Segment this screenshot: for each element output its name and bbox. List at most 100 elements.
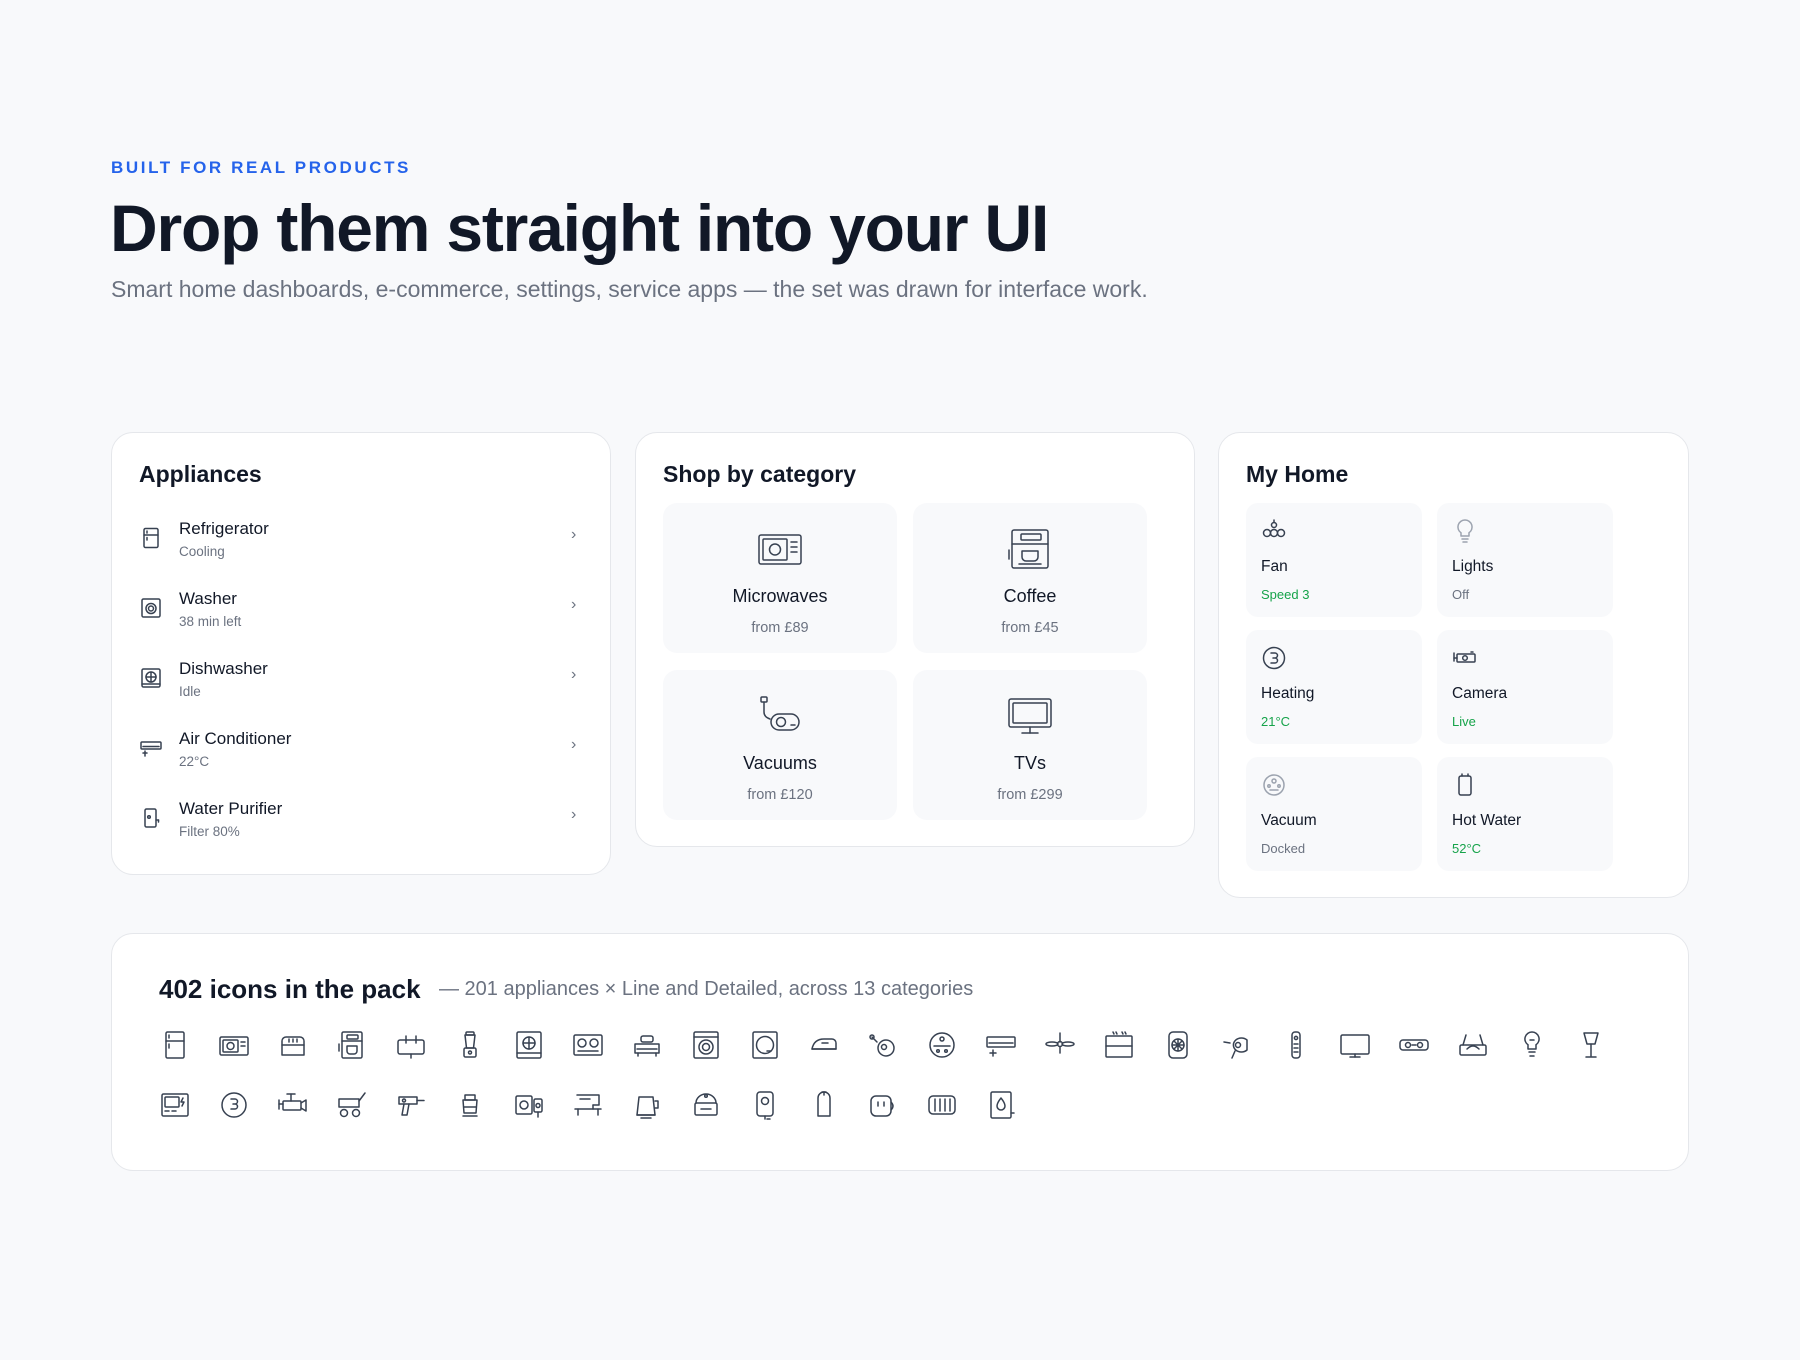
microwave-icon — [757, 529, 803, 569]
appliance-status: Filter 80% — [179, 824, 240, 839]
my-home-card: My Home Fan Speed 3 Lights Off Heating 2… — [1218, 432, 1689, 898]
device-name: Fan — [1261, 558, 1288, 575]
rice-cooker-icon — [631, 1029, 663, 1061]
washer-icon — [139, 596, 163, 620]
category-price: from £299 — [997, 787, 1063, 803]
camera-icon — [1452, 645, 1478, 671]
device-status: Off — [1452, 587, 1470, 602]
projector-icon — [1398, 1029, 1430, 1061]
remote-icon — [1280, 1029, 1312, 1061]
slow-cooker-icon — [690, 1089, 722, 1121]
security-camera-icon — [277, 1089, 309, 1121]
air-conditioner-icon — [139, 736, 163, 760]
device-tile-hot-water[interactable]: Hot Water 52°C — [1437, 757, 1613, 871]
device-status: Live — [1452, 714, 1476, 729]
vacuum-icon — [757, 696, 803, 736]
sewing-machine-icon — [572, 1089, 604, 1121]
coffee-machine-icon — [1007, 529, 1053, 569]
robot-vacuum-icon — [1261, 772, 1287, 798]
radiator-icon — [926, 1089, 958, 1121]
appliance-name: Water Purifier — [179, 799, 283, 818]
appliance-name: Air Conditioner — [179, 729, 292, 748]
category-tile-tvs[interactable]: TVs from £299 — [913, 670, 1147, 820]
dishwasher-icon — [139, 666, 163, 690]
appliances-title: Appliances — [139, 461, 262, 487]
device-status: Docked — [1261, 841, 1306, 856]
shop-category-title: Shop by category — [663, 461, 856, 487]
my-home-title: My Home — [1246, 461, 1349, 487]
device-status: Speed 3 — [1261, 587, 1310, 602]
vacuum-icon — [867, 1029, 899, 1061]
device-tile-fan[interactable]: Fan Speed 3 — [1246, 503, 1422, 617]
chevron-right-icon: › — [571, 736, 577, 753]
appliance-row-refrigerator[interactable]: Refrigerator Cooling › — [139, 516, 585, 574]
router-icon — [1457, 1029, 1489, 1061]
page-subtitle: Smart home dashboards, e-commerce, setti… — [111, 276, 1148, 302]
icon-pack-title: 402 icons in the pack — [159, 974, 421, 1004]
appliance-row-water-purifier[interactable]: Water Purifier Filter 80% › — [139, 796, 585, 854]
chevron-right-icon: › — [571, 526, 577, 543]
smart-plug-icon — [867, 1089, 899, 1121]
electric-panel-icon — [159, 1089, 191, 1121]
ceiling-fan-icon — [1044, 1029, 1076, 1061]
dryer-icon — [749, 1029, 781, 1061]
device-status: 52°C — [1452, 841, 1482, 856]
gas-cylinder-icon — [808, 1089, 840, 1121]
drill-icon — [395, 1089, 427, 1121]
page-title: Drop them straight into your UI — [110, 191, 1049, 265]
tv-icon — [1007, 696, 1053, 736]
appliance-status: Idle — [179, 684, 201, 699]
device-tile-lights[interactable]: Lights Off — [1437, 503, 1613, 617]
device-tile-heating[interactable]: Heating 21°C — [1246, 630, 1422, 744]
category-price: from £120 — [747, 787, 813, 803]
chevron-right-icon: › — [571, 596, 577, 613]
icon-pack-grid — [159, 1029, 1639, 1159]
light-bulb-icon — [1516, 1029, 1548, 1061]
device-name: Camera — [1452, 685, 1508, 702]
device-tile-camera[interactable]: Camera Live — [1437, 630, 1613, 744]
category-price: from £89 — [751, 620, 809, 636]
humidifier-icon — [985, 1089, 1017, 1121]
appliance-row-dishwasher[interactable]: Dishwasher Idle › — [139, 656, 585, 714]
blender-icon — [454, 1029, 486, 1061]
device-tile-vacuum[interactable]: Vacuum Docked — [1246, 757, 1422, 871]
device-name: Lights — [1452, 558, 1494, 575]
fridge-icon — [159, 1029, 191, 1061]
device-status: 21°C — [1261, 714, 1291, 729]
category-name: Vacuums — [743, 753, 817, 773]
oven-icon — [513, 1029, 545, 1061]
device-name: Hot Water — [1452, 812, 1522, 829]
category-tile-microwaves[interactable]: Microwaves from £89 — [663, 503, 897, 653]
eyebrow-label: BUILT FOR REAL PRODUCTS — [111, 158, 411, 177]
appliance-row-washer[interactable]: Washer 38 min left › — [139, 586, 585, 644]
appliance-name: Dishwasher — [179, 659, 268, 678]
category-tile-coffee[interactable]: Coffee from £45 — [913, 503, 1147, 653]
robot-vacuum-icon — [926, 1029, 958, 1061]
speaker-icon — [513, 1089, 545, 1121]
refrigerator-icon — [139, 526, 163, 550]
chevron-right-icon: › — [571, 666, 577, 683]
bulb-icon — [1452, 518, 1478, 544]
icon-pack-subtitle: — 201 appliances × Line and Detailed, ac… — [439, 978, 974, 1000]
hair-dryer-icon — [1221, 1029, 1253, 1061]
device-name: Vacuum — [1261, 812, 1317, 829]
water-heater-icon — [749, 1089, 781, 1121]
water-purifier-icon — [139, 806, 163, 830]
microwave-icon — [218, 1029, 250, 1061]
appliance-status: 38 min left — [179, 614, 242, 629]
coffee-machine-icon — [336, 1029, 368, 1061]
toaster-icon — [277, 1029, 309, 1061]
device-name: Heating — [1261, 685, 1315, 702]
thermostat-icon — [218, 1089, 250, 1121]
category-tile-vacuums[interactable]: Vacuums from £120 — [663, 670, 897, 820]
appliances-card: Appliances Refrigerator Cooling › Washer… — [111, 432, 611, 875]
icon-pack-card: 402 icons in the pack — 201 appliances ×… — [111, 933, 1689, 1171]
range-hood-icon — [1103, 1029, 1135, 1061]
category-name: TVs — [1013, 753, 1046, 773]
fan-heater-icon — [1162, 1029, 1194, 1061]
iron-icon — [808, 1029, 840, 1061]
water-heater-icon — [1452, 772, 1478, 798]
lamp-icon — [1575, 1029, 1607, 1061]
chevron-right-icon: › — [571, 806, 577, 823]
appliance-row-air-conditioner[interactable]: Air Conditioner 22°C › — [139, 726, 585, 784]
